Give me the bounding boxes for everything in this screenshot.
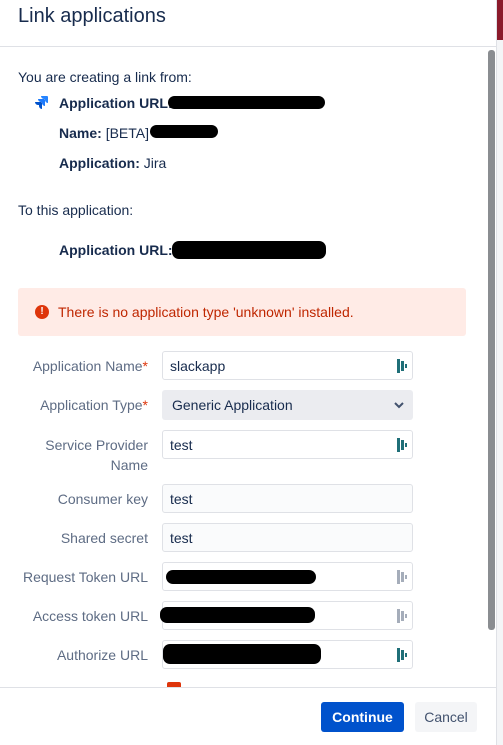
dialog-footer: Continue Cancel	[0, 687, 496, 745]
application-name-input[interactable]: slackapp	[162, 351, 413, 380]
link-applications-dialog: Link applications You are creating a lin…	[0, 0, 497, 745]
password-manager-icon[interactable]	[397, 359, 407, 373]
from-application: Application: Jira	[59, 155, 166, 171]
password-manager-icon[interactable]	[397, 438, 407, 452]
from-application-value: Jira	[143, 155, 167, 171]
redaction	[168, 96, 325, 109]
redaction	[163, 644, 321, 664]
from-app-url-label: Application URL:	[59, 95, 173, 111]
to-app-url-label: Application URL:	[59, 242, 173, 258]
shared-secret-input[interactable]: test	[162, 523, 413, 552]
password-manager-icon[interactable]	[397, 609, 407, 623]
page: Link applications You are creating a lin…	[0, 0, 503, 745]
jira-icon	[35, 96, 48, 109]
redaction	[166, 570, 316, 584]
continue-button[interactable]: Continue	[321, 702, 404, 732]
application-type-label-text: Application Type	[40, 397, 143, 413]
to-intro: To this application:	[18, 202, 134, 218]
from-name-value: [BETA]	[105, 125, 149, 141]
password-manager-icon[interactable]	[397, 570, 407, 584]
shared-secret-label: Shared secret	[60, 530, 148, 546]
authorize-url-label: Authorize URL	[56, 647, 148, 663]
request-token-label: Request Token URL	[22, 569, 148, 585]
service-provider-label-line1: Service Provider	[45, 437, 148, 453]
application-type-value: Generic Application	[172, 397, 293, 413]
shared-secret-value: test	[170, 530, 193, 546]
application-name-value: slackapp	[170, 358, 226, 374]
error-icon: !	[35, 305, 49, 319]
password-manager-icon[interactable]	[397, 648, 407, 662]
required-marker: *	[142, 358, 148, 374]
dialog-scrollbar[interactable]	[488, 50, 495, 630]
service-provider-input[interactable]: test	[162, 430, 413, 459]
from-intro: You are creating a link from:	[18, 69, 192, 85]
required-marker: *	[142, 397, 148, 413]
consumer-key-value: test	[170, 491, 193, 507]
to-app-url: Application URL:	[59, 242, 173, 258]
header-divider	[0, 46, 496, 47]
service-provider-label-line2: Name	[110, 457, 148, 473]
from-name: Name: [BETA]	[59, 125, 149, 141]
application-name-label-text: Application Name	[32, 358, 143, 374]
background-header	[497, 0, 503, 40]
from-application-label: Application:	[59, 155, 140, 171]
redaction	[172, 241, 326, 259]
application-type-label: Application Type*	[40, 395, 148, 415]
application-type-select[interactable]: Generic Application	[162, 390, 413, 420]
from-name-label: Name:	[59, 125, 102, 141]
redaction	[150, 125, 218, 138]
redaction	[160, 607, 315, 623]
chevron-down-icon	[394, 402, 404, 409]
error-text: There is no application type 'unknown' i…	[58, 304, 354, 320]
from-app-url: Application URL:	[59, 95, 173, 111]
consumer-key-label: Consumer key	[57, 491, 148, 507]
error-message: ! There is no application type 'unknown'…	[18, 288, 466, 336]
consumer-key-input[interactable]: test	[162, 484, 413, 513]
service-provider-label: Service Provider Name	[45, 435, 148, 475]
cancel-button[interactable]: Cancel	[415, 702, 477, 732]
dialog-title: Link applications	[18, 5, 166, 27]
access-token-label: Access token URL	[32, 608, 148, 624]
service-provider-value: test	[170, 437, 193, 453]
application-name-label: Application Name*	[33, 356, 148, 376]
background-page	[496, 0, 503, 745]
